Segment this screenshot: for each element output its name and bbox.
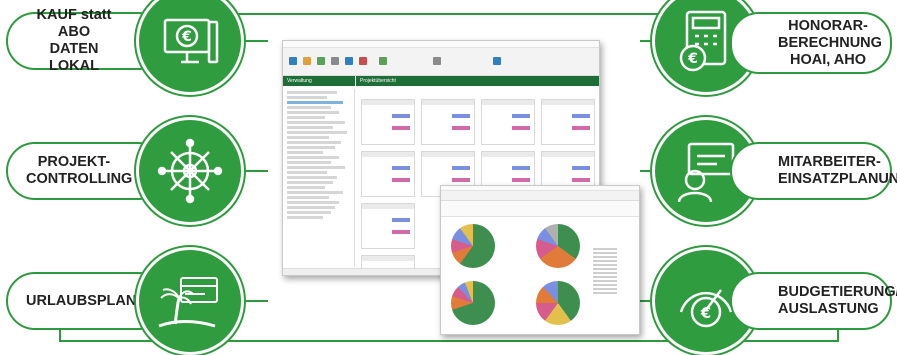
feature-label: URLAUBSPLAN [26, 292, 137, 309]
svg-text:€: € [181, 29, 192, 45]
left-panel-title: Verwaltung [283, 76, 355, 86]
feature-label: PROJEKT- CONTROLLING [26, 154, 133, 187]
chart-legend [593, 246, 617, 294]
palm-island-icon [136, 247, 244, 355]
pie-chart [451, 224, 495, 268]
svg-text:€: € [700, 304, 711, 322]
feature-mitarbeiter-einsatzplanung: MITARBEITER- EINSATZPLANUNG [730, 142, 897, 200]
pie-chart [451, 281, 495, 325]
feature-label: HONORAR- BERECHNUNG HOAI, AHO [778, 17, 882, 68]
feature-label: MITARBEITER- EINSATZPLANUNG [778, 154, 897, 187]
feature-budgetierung-auslastung: BUDGETIERUNG/ AUSLASTUNG [730, 272, 897, 330]
right-panel-title: Projektübersicht [355, 76, 599, 86]
project-tree [283, 89, 355, 267]
menu-bar [283, 41, 599, 48]
pie-chart [536, 224, 580, 268]
ship-wheel-icon [136, 117, 244, 225]
svg-text:€: € [687, 51, 698, 67]
feature-label: BUDGETIERUNG/ AUSLASTUNG [778, 284, 897, 317]
feature-honorarberechnung: HONORAR- BERECHNUNG HOAI, AHO [730, 12, 892, 74]
feature-label: KAUF statt ABO DATEN LOKAL [36, 7, 112, 74]
app-screenshot-charts [440, 185, 640, 335]
pie-chart [536, 281, 580, 325]
ribbon-toolbar [283, 48, 599, 76]
